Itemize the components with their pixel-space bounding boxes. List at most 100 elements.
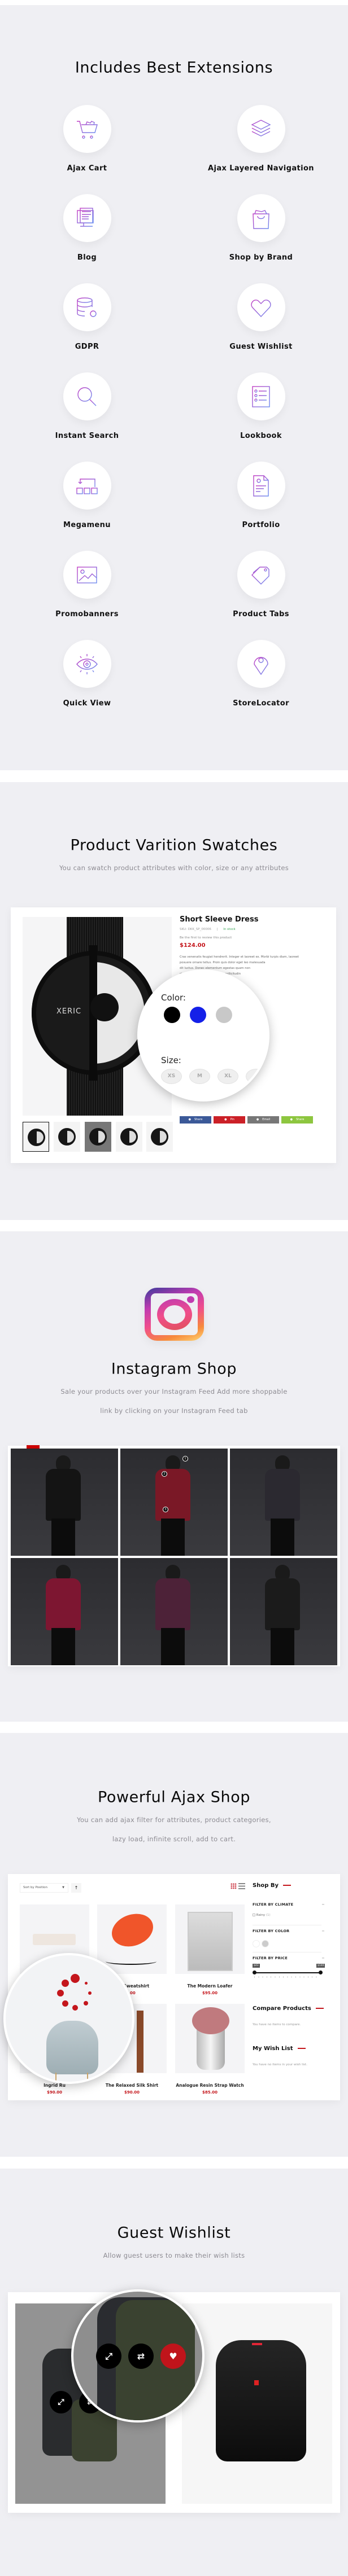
sort-direction-button[interactable]: ↑	[71, 1883, 81, 1893]
filter-color-title[interactable]: FILTER BY COLOR −	[253, 1929, 325, 1933]
product-thumbnail[interactable]	[23, 1122, 49, 1152]
product-image[interactable]	[175, 1904, 245, 1974]
compare-icon[interactable]: ⇄	[128, 2344, 154, 2369]
extension-item[interactable]: Guest Wishlist	[193, 283, 329, 351]
extension-label: Portfolio	[242, 521, 280, 529]
color-swatch[interactable]	[216, 1007, 232, 1023]
instagram-post[interactable]	[11, 1449, 118, 1556]
loading-spinner-dot	[84, 2001, 88, 2005]
cart-icon	[75, 117, 99, 142]
extension-label: Quick View	[63, 699, 111, 708]
image-icon	[75, 563, 99, 587]
product-thumbnail[interactable]	[146, 1122, 173, 1152]
filter-price-title[interactable]: FILTER BY PRICE −	[253, 1956, 325, 1960]
map-pin-icon	[249, 652, 273, 677]
extension-item[interactable]: StoreLocator	[193, 640, 329, 708]
extension-item[interactable]: Megamenu	[19, 462, 155, 529]
product-thumbnail[interactable]	[116, 1122, 142, 1152]
icon-circle	[237, 283, 285, 331]
filter-color-swatch[interactable]	[253, 1940, 260, 1947]
instagram-logo-icon	[145, 1288, 204, 1341]
product-preview-card: XERIC Short Sleeve Dress SKU: DKK_SP_000…	[11, 907, 336, 1163]
extension-item[interactable]: Ajax Layered Navigation	[193, 105, 329, 173]
extension-item[interactable]: Instant Search	[19, 372, 155, 440]
section-title: Instagram Shop	[111, 1360, 237, 1378]
email-icon: ●	[256, 1118, 259, 1121]
color-label: Color:	[161, 993, 186, 1003]
extension-item[interactable]: Promobanners	[19, 551, 155, 618]
extension-item[interactable]: Product Tabs	[193, 551, 329, 618]
instagram-post[interactable]	[11, 1558, 118, 1665]
instagram-post[interactable]	[230, 1449, 337, 1556]
size-swatch[interactable]: XS	[161, 1069, 182, 1084]
swatch-magnifier: Color: Size: XS M XL	[137, 969, 269, 1102]
extension-item[interactable]: GDPR	[19, 283, 155, 351]
loading-spinner-dot	[88, 1991, 92, 1995]
share-button[interactable]: ● Share	[180, 1116, 211, 1124]
product-hotspot[interactable]: 2	[162, 1471, 167, 1477]
database-gear-icon	[75, 295, 99, 320]
share-button[interactable]: ● Pin	[214, 1116, 245, 1124]
icon-circle	[63, 640, 111, 688]
heart-icon[interactable]: ♥	[160, 2344, 186, 2369]
share-button[interactable]: ● Email	[247, 1116, 279, 1124]
blog-icon	[75, 206, 99, 231]
instagram-post[interactable]	[120, 1558, 228, 1665]
quick-view-expand-icon[interactable]: ⤢	[96, 2344, 121, 2369]
list-view-icon[interactable]	[238, 1883, 245, 1889]
review-link[interactable]: Be the first to review this product	[180, 936, 232, 940]
color-swatch[interactable]	[190, 1007, 206, 1023]
size-swatch[interactable]: XL	[218, 1069, 238, 1084]
product-name: Short Sleeve Dress	[180, 915, 259, 924]
extension-label: Ajax Layered Navigation	[208, 164, 314, 173]
section-subtitle-line: lazy load, infinite scroll, add to cart.	[112, 1835, 236, 1843]
product-thumbnail[interactable]	[85, 1122, 111, 1152]
icon-circle	[237, 372, 285, 420]
product-image[interactable]	[175, 2004, 245, 2073]
filter-option-rainy[interactable]: Rainy (1)	[253, 1914, 271, 1917]
product-name[interactable]: Ingrid Ru	[20, 2083, 89, 2088]
instagram-post[interactable]	[230, 1558, 337, 1665]
price-ticks	[254, 1976, 320, 1978]
color-swatch[interactable]	[164, 1007, 180, 1023]
extension-item[interactable]: Portfolio	[193, 462, 329, 529]
filter-climate-title[interactable]: FILTER BY CLIMATE −	[253, 1902, 325, 1907]
size-swatch[interactable]: M	[189, 1069, 210, 1084]
extension-item[interactable]: Ajax Cart	[19, 105, 155, 173]
product-image[interactable]	[97, 1904, 167, 1974]
product-image[interactable]	[182, 2303, 332, 2504]
filter-color-swatch[interactable]	[262, 1940, 269, 1947]
extension-item[interactable]: Blog	[19, 194, 155, 262]
section-subtitle-line: link by clicking on your Instagram Feed …	[100, 1407, 248, 1415]
pinterest-icon: ●	[224, 1118, 227, 1121]
instagram-post[interactable]	[120, 1449, 228, 1556]
grid-view-icon[interactable]	[230, 1883, 237, 1889]
price-slider-track[interactable]	[254, 1972, 320, 1973]
icon-circle	[237, 640, 285, 688]
extensions-section: Includes Best Extensions Ajax Cart Ajax L…	[0, 5, 348, 770]
product-hotspot[interactable]: 3	[163, 1507, 168, 1512]
checkbox[interactable]	[253, 1914, 255, 1916]
price-slider-min-handle[interactable]	[253, 1971, 256, 1974]
product-name[interactable]: The Relaxed Silk Shirt	[97, 2083, 167, 2088]
extension-item[interactable]: Quick View	[19, 640, 155, 708]
size-swatch[interactable]	[246, 1069, 267, 1084]
product-hotspot[interactable]: 1	[182, 1456, 188, 1462]
price-min-label: $43	[253, 1964, 260, 1968]
extension-label: StoreLocator	[233, 699, 289, 708]
quick-view-expand-icon[interactable]: ⤢	[50, 2391, 72, 2413]
product-price: $95.00	[202, 1991, 218, 1995]
product-name[interactable]: Analogue Resin Strap Watch	[175, 2083, 245, 2088]
list-icon	[249, 384, 273, 409]
product-thumbnail[interactable]	[54, 1122, 80, 1152]
extension-item[interactable]: Shop by Brand	[193, 194, 329, 262]
price-slider-max-handle[interactable]	[319, 1971, 323, 1974]
chevron-down-icon: ▼	[62, 1886, 64, 1889]
share-button[interactable]: ● Share	[281, 1116, 313, 1124]
wishlist-magnifier: ⤢ ⇄ ♥	[71, 2289, 205, 2423]
wishlist-preview-card: ⤢ ⇄ ⤢ ⇄♥	[8, 2289, 340, 2513]
sort-select[interactable]: Sort by Position ▼	[20, 1883, 68, 1893]
wishlist-empty-text: You have no items in your wish list.	[253, 2063, 307, 2066]
product-name[interactable]: The Modern Loafer	[175, 1983, 245, 1989]
extension-item[interactable]: Lookbook	[193, 372, 329, 440]
